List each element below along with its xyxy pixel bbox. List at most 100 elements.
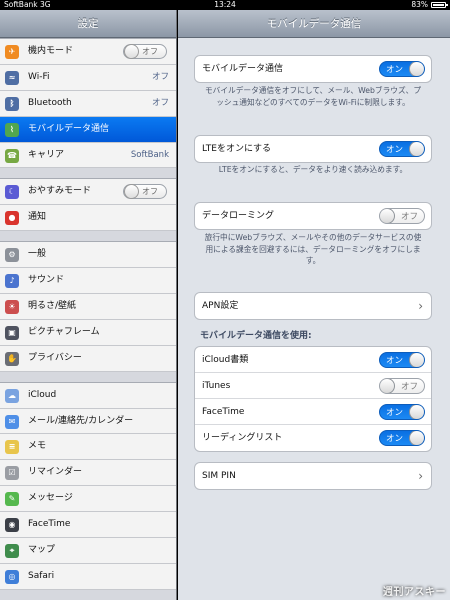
sidebar-item[interactable]: ✈ 機内モード オフ — [0, 39, 176, 65]
sidebar-group: ✈ 機内モード オフ ≈ Wi-Fi オフ ᛒ Bluetooth オフ ⌇ モバイルデータ通信 ☎ キ… — [0, 38, 176, 169]
bluetooth-icon: ᛒ — [5, 96, 19, 111]
sidebar-group: ☾ おやすみモード オフ ● 通知 — [0, 178, 176, 232]
cellular-icon: ⌇ — [5, 122, 19, 137]
sidebar-item[interactable]: ☎ キャリア SoftBank — [0, 142, 176, 169]
sidebar-item[interactable]: ⌖ マップ — [0, 538, 176, 564]
mobile-data-label: モバイルデータ通信 — [202, 64, 284, 74]
sidebar-toggle[interactable]: オフ — [123, 184, 167, 200]
sidebar-item[interactable]: ◉ FaceTime — [0, 512, 176, 539]
roaming-note: 旅行中にWebブラウズ、メールやその他のデータサービスの使用による課金を回避する… — [204, 233, 422, 265]
lte-card: LTEをオンにする オン — [194, 135, 432, 163]
sidebar-item-label: Safari — [28, 570, 55, 581]
sidebar-item[interactable]: ● 通知 — [0, 205, 176, 232]
sidebar-item-label: Bluetooth — [28, 97, 72, 108]
roaming-row[interactable]: データローミング オフ — [195, 203, 431, 229]
usage-toggle[interactable]: オン — [379, 430, 425, 446]
apn-settings-row[interactable]: APN設定 › — [195, 293, 431, 319]
usage-row[interactable]: FaceTime オン — [195, 399, 431, 425]
sidebar-item[interactable]: ≡ メモ — [0, 434, 176, 461]
sidebar-item-label: プライバシー — [28, 352, 82, 363]
reminders-icon: ☑ — [5, 466, 19, 481]
sidebar-item[interactable]: ◎ Safari — [0, 563, 176, 590]
sidebar-item-label: おやすみモード — [28, 186, 92, 197]
status-bar: SoftBank 3G 13:24 83% — [0, 0, 450, 10]
sidebar-item[interactable]: ☀ 明るさ/壁紙 — [0, 294, 176, 320]
toggle-state: オフ — [400, 382, 418, 392]
sidebar-item-label: FaceTime — [28, 519, 71, 530]
airplane-icon: ✈ — [5, 45, 19, 59]
maps-icon: ⌖ — [5, 544, 19, 559]
picture-frame-icon: ▣ — [5, 325, 19, 340]
sidebar-spacer — [0, 168, 176, 179]
phone-icon: ☎ — [5, 148, 19, 163]
sidebar-item[interactable]: ☁ iCloud — [0, 382, 176, 409]
usage-card: iCloud書類 オン iTunes オフ FaceTime オン リーディングリスト オン — [194, 346, 432, 452]
sidebar-title: 設定 — [0, 10, 176, 38]
moon-icon: ☾ — [5, 185, 19, 200]
sidebar-item[interactable]: ♪ サウンド — [0, 268, 176, 295]
sidebar-item[interactable]: ▣ ピクチャフレーム — [0, 319, 176, 346]
roaming-toggle[interactable]: オフ — [379, 208, 425, 224]
sidebar-item[interactable]: ✋ プライバシー — [0, 345, 176, 372]
usage-row[interactable]: iCloud書類 オン — [195, 347, 431, 373]
privacy-hand-icon: ✋ — [5, 351, 19, 366]
sidebar-item-label: メール/連絡先/カレンダー — [28, 415, 134, 426]
battery-percent: 83% — [411, 0, 428, 9]
sidebar-item-label: メモ — [28, 441, 47, 452]
sidebar-item[interactable]: ☾ おやすみモード オフ — [0, 179, 176, 206]
notification-icon: ● — [5, 211, 19, 226]
lte-label: LTEをオンにする — [202, 144, 272, 154]
usage-row[interactable]: リーディングリスト オン — [195, 425, 431, 451]
sidebar-item-label: 一般 — [28, 249, 47, 260]
sidebar-item[interactable]: ☑ リマインダー — [0, 460, 176, 487]
mobile-data-toggle[interactable]: オン — [379, 61, 425, 77]
facetime-icon: ◉ — [5, 518, 19, 533]
sidebar-item[interactable]: ✎ メッセージ — [0, 486, 176, 513]
sidebar-item[interactable]: ⚙ 一般 — [0, 242, 176, 269]
usage-row[interactable]: iTunes オフ — [195, 373, 431, 399]
sidebar-spacer — [0, 589, 176, 600]
sidebar-toggle[interactable]: オフ — [123, 44, 167, 59]
lte-toggle[interactable]: オン — [379, 141, 425, 157]
lte-note: LTEをオンにすると、データをより速く読み込めます。 — [218, 165, 408, 174]
sim-pin-label: SIM PIN — [202, 471, 236, 481]
sidebar-item-value: オフ — [151, 71, 169, 82]
sound-icon: ♪ — [5, 274, 19, 289]
sidebar-item[interactable]: ⌇ モバイルデータ通信 — [0, 116, 176, 143]
sim-pin-row[interactable]: SIM PIN › — [195, 463, 431, 489]
messages-icon: ✎ — [5, 492, 19, 507]
sidebar-item-label: サウンド — [28, 275, 65, 286]
sidebar-item[interactable]: ≈ Wi-Fi オフ — [0, 64, 176, 91]
battery-icon — [431, 2, 448, 8]
sidebar-item-label: モバイルデータ通信 — [28, 123, 110, 134]
sidebar-item-value: オフ — [151, 97, 169, 108]
usage-label: iCloud書類 — [202, 355, 249, 365]
roaming-card: データローミング オフ — [194, 202, 432, 230]
clock: 13:24 — [214, 0, 236, 9]
toggle-state: オン — [386, 408, 404, 418]
mobile-data-card: モバイルデータ通信 オン — [194, 55, 432, 83]
sidebar-spacer — [0, 231, 176, 242]
chevron-right-icon: › — [418, 469, 423, 483]
sidebar-item[interactable]: ✉ メール/連絡先/カレンダー — [0, 408, 176, 435]
sidebar-item-label: メッセージ — [28, 493, 73, 504]
mail-icon: ✉ — [5, 414, 19, 429]
sidebar-group: ☁ iCloud ✉ メール/連絡先/カレンダー ≡ メモ ☑ リマインダー ✎ メッセージ ◉ Fa… — [0, 381, 176, 590]
lte-row[interactable]: LTEをオンにする オン — [195, 136, 431, 162]
usage-label: FaceTime — [202, 407, 245, 417]
sidebar-item-label: 通知 — [28, 212, 47, 223]
usage-header: モバイルデータ通信を使用: — [200, 331, 312, 341]
gear-icon: ⚙ — [5, 248, 19, 263]
sidebar-item-value: SoftBank — [130, 149, 169, 160]
wifi-icon: ≈ — [5, 70, 19, 85]
sidebar-item-label: リマインダー — [28, 467, 83, 478]
mobile-data-row[interactable]: モバイルデータ通信 オン — [195, 56, 431, 82]
usage-toggle[interactable]: オフ — [379, 378, 425, 394]
usage-toggle[interactable]: オン — [379, 404, 425, 420]
sidebar-item[interactable]: ᛒ Bluetooth オフ — [0, 90, 176, 117]
usage-toggle[interactable]: オン — [379, 352, 425, 368]
sidebar-item-label: iCloud — [28, 389, 57, 400]
safari-icon: ◎ — [5, 569, 19, 584]
sidebar-item-label: Wi-Fi — [28, 71, 50, 82]
sidebar-item-label: 機内モード — [28, 46, 74, 56]
